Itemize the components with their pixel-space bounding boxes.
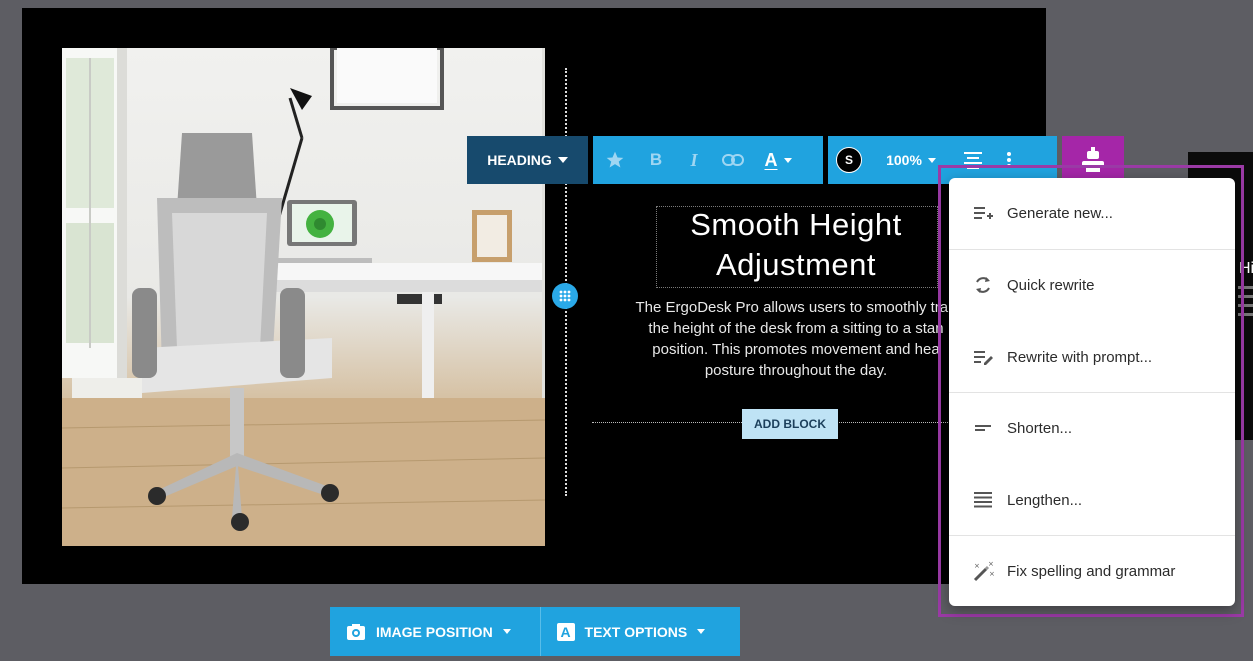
italic-button[interactable]: I [675,136,713,184]
generate-icon [971,201,995,225]
zoom-value: 100% [886,152,922,168]
grip-dots-icon [559,290,571,302]
menu-item-label: Generate new... [1007,204,1113,222]
text-color-button[interactable]: A [753,136,803,184]
text-options-dropdown[interactable]: A TEXT OPTIONS [541,607,740,656]
magic-wand-icon: × × × [971,559,995,583]
menu-item-label: Rewrite with prompt... [1007,348,1153,366]
add-block-button[interactable]: ADD BLOCK [742,409,838,439]
image-position-label: IMAGE POSITION [376,623,493,640]
menu-item-quick-rewrite[interactable]: Quick rewrite [949,250,1235,320]
menu-item-fix-spelling[interactable]: × × × Fix spelling and grammar [949,536,1235,606]
camera-icon [347,623,365,640]
link-icon [722,154,744,166]
bottom-toolbar: IMAGE POSITION A TEXT OPTIONS [330,607,740,656]
drag-handle[interactable] [552,283,578,309]
chevron-down-icon [783,157,792,163]
ai-menu: Generate new... Quick rewrite Rewrite wi… [949,178,1235,606]
star-icon [606,151,624,168]
chevron-down-icon [927,157,936,163]
menu-item-label: Shorten... [1007,419,1073,437]
favorite-button[interactable] [593,136,637,184]
menu-item-rewrite-with-prompt[interactable]: Rewrite with prompt... [949,322,1235,392]
menu-item-label: Fix spelling and grammar [1007,562,1176,580]
font-button[interactable]: S [828,136,870,184]
office-chair-photo[interactable] [62,48,545,546]
text-color-icon: A [764,149,778,170]
link-button[interactable] [713,136,753,184]
heading-style-label: HEADING [487,152,552,168]
menu-item-label: Lengthen... [1007,491,1083,509]
shorten-icon [971,416,995,440]
lengthen-icon [971,488,995,512]
chevron-down-icon [502,629,511,634]
menu-item-lengthen[interactable]: Lengthen... [949,465,1235,535]
slide-heading[interactable]: Smooth Height Adjustment [640,205,952,285]
font-avatar: S [836,147,862,173]
text-format-toolbar: B I A [593,136,823,184]
image-position-dropdown[interactable]: IMAGE POSITION [330,607,540,656]
menu-item-label: Quick rewrite [1007,276,1095,294]
heading-style-dropdown[interactable]: HEADING [467,136,588,184]
svg-text:×: × [988,560,994,568]
text-options-label: TEXT OPTIONS [584,623,688,640]
italic-icon: I [690,149,698,170]
prompt-edit-icon [971,345,995,369]
svg-text:×: × [974,562,980,570]
chevron-down-icon [697,629,706,634]
text-box-icon: A [556,622,575,641]
bold-icon: B [649,150,663,169]
column-divider [565,68,567,496]
svg-text:×: × [989,570,994,578]
menu-item-shorten[interactable]: Shorten... [949,393,1235,463]
menu-item-generate-new[interactable]: Generate new... [949,178,1235,248]
bold-button[interactable]: B [637,136,675,184]
chevron-down-icon [557,157,568,163]
refresh-icon [971,273,995,297]
